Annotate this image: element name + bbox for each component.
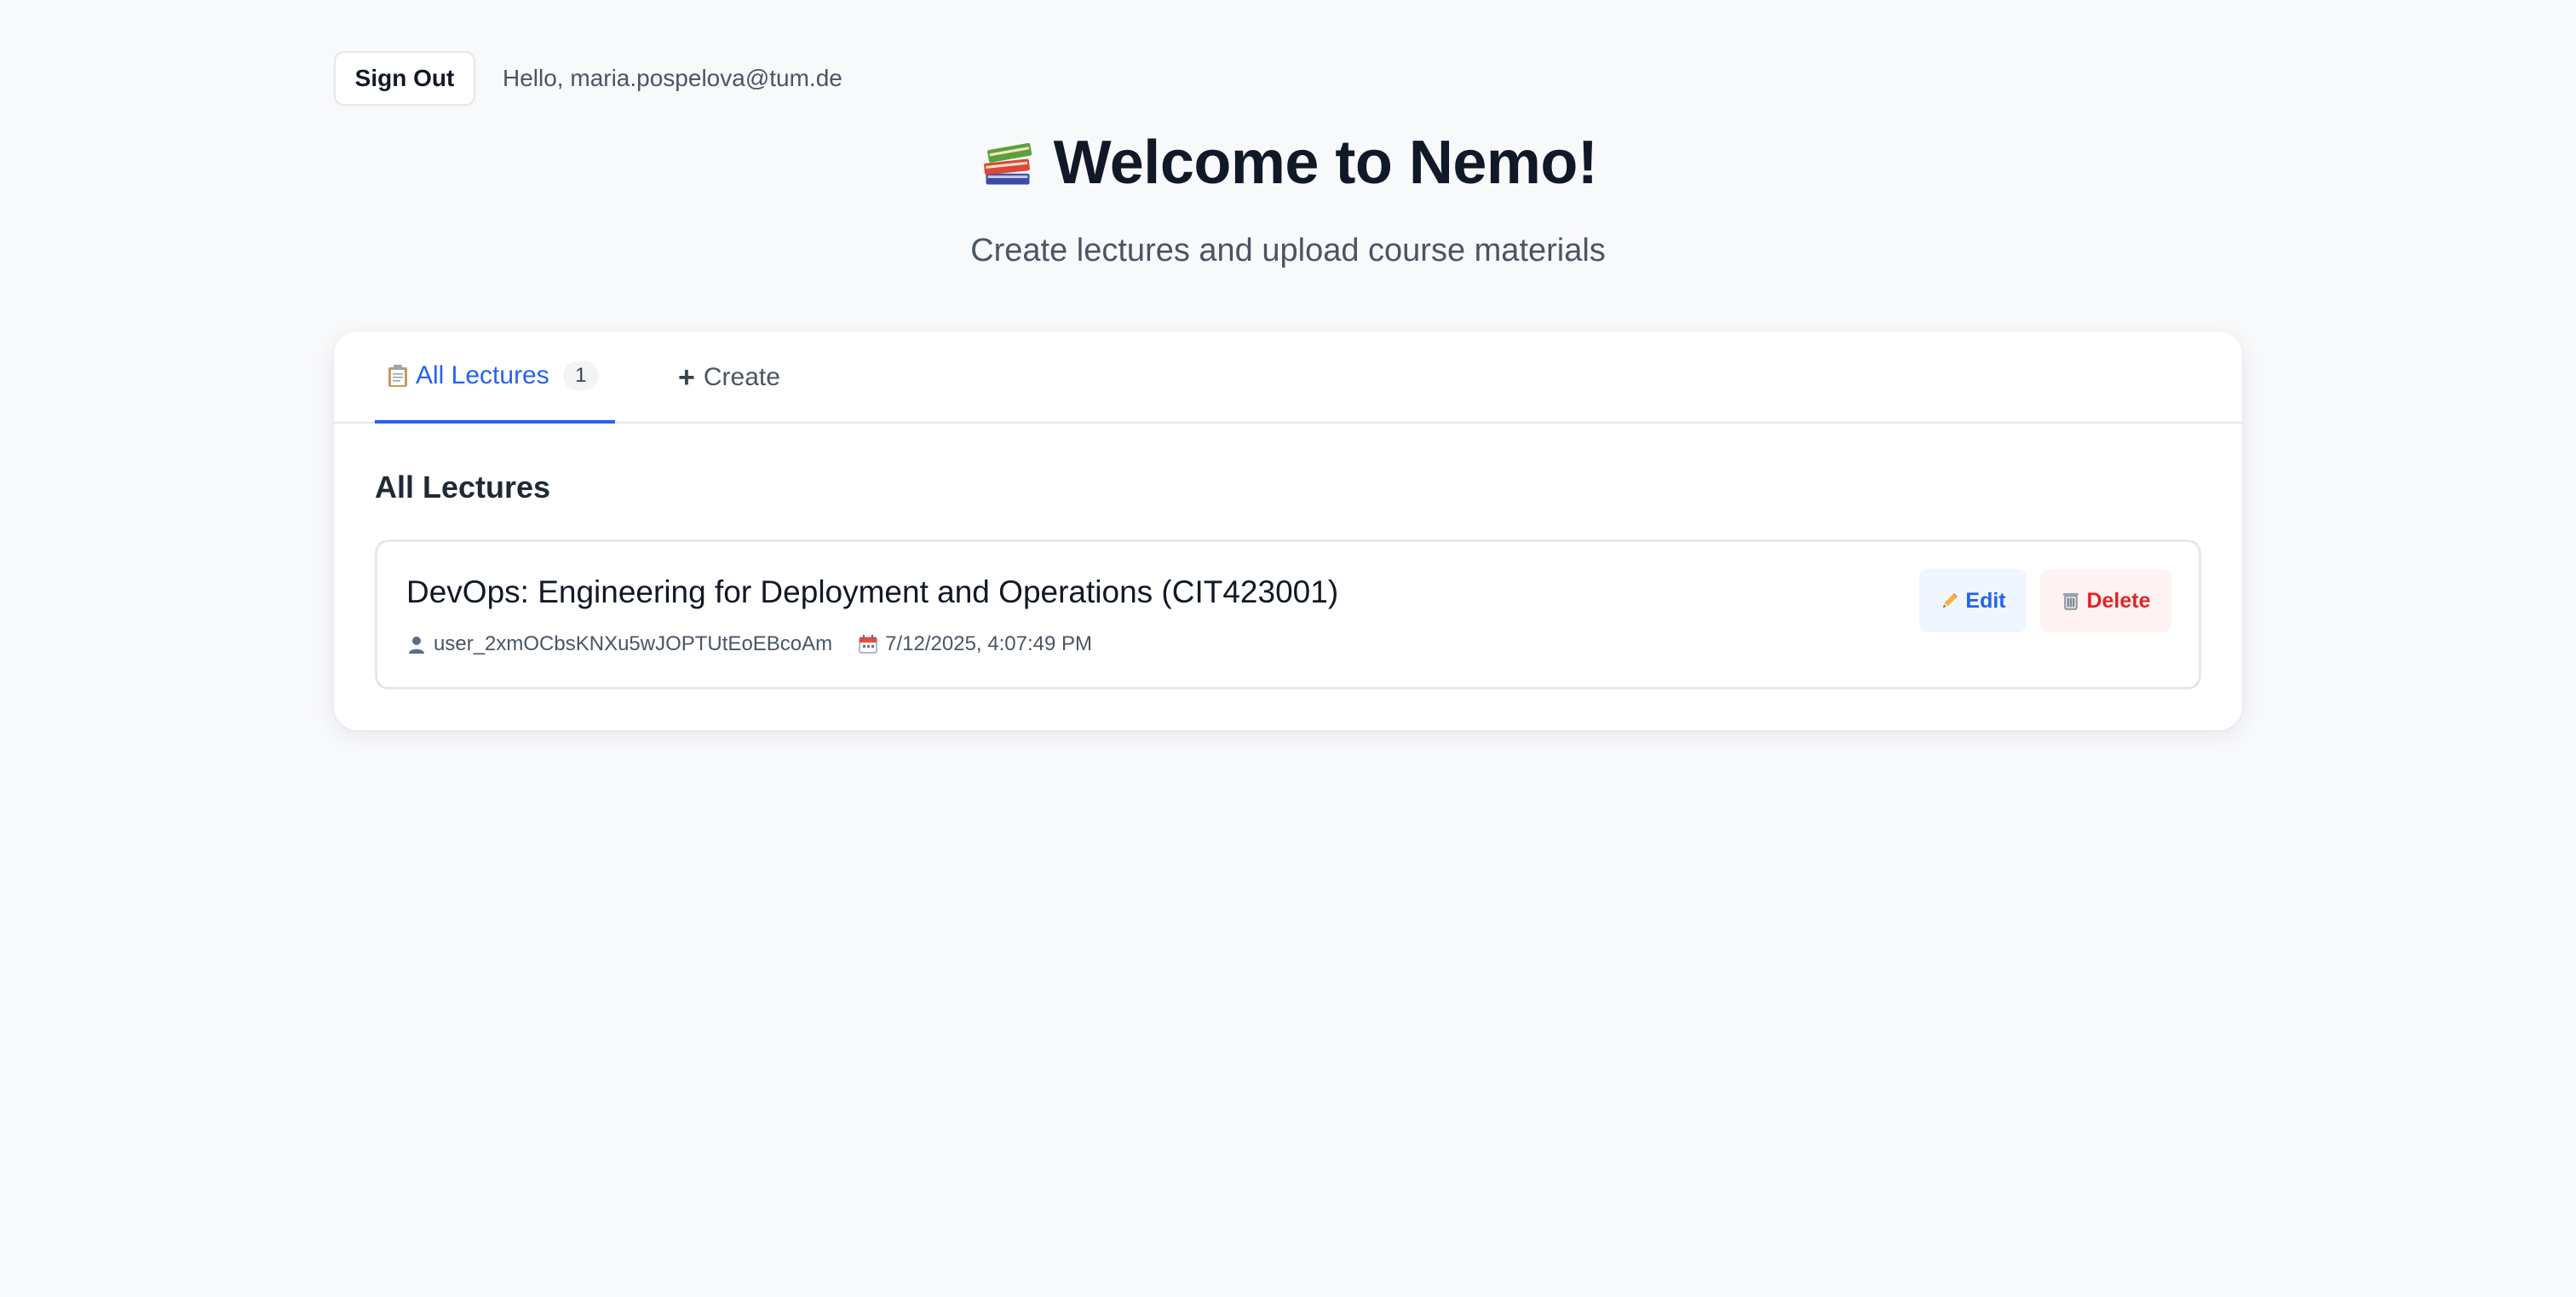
tab-all-lectures[interactable]: All Lectures 1 bbox=[375, 331, 615, 424]
user-icon bbox=[409, 637, 424, 654]
lecture-count-badge: 1 bbox=[562, 361, 599, 390]
lecture-author: user_2xmOCbsKNXu5wJOPTUtEoEBcoAm bbox=[406, 632, 832, 656]
delete-button-label: Delete bbox=[2086, 588, 2151, 613]
section-title: All Lectures bbox=[375, 470, 551, 504]
clipboard-icon bbox=[388, 365, 407, 387]
top-bar: Sign Out Hello, maria.pospelova@tum.de bbox=[334, 51, 842, 106]
lecture-date-text: 7/12/2025, 4:07:49 PM bbox=[885, 632, 1093, 655]
page-subtitle: Create lectures and upload course materi… bbox=[970, 233, 1606, 268]
edit-button[interactable]: Edit bbox=[1919, 569, 2027, 632]
lecture-actions: Edit Delete bbox=[1919, 569, 2171, 632]
lecture-title: DevOps: Engineering for Deployment and O… bbox=[406, 574, 1339, 609]
lecture-author-text: user_2xmOCbsKNXu5wJOPTUtEoEBcoAm bbox=[434, 632, 833, 655]
delete-button[interactable]: Delete bbox=[2040, 569, 2171, 632]
edit-button-label: Edit bbox=[1965, 588, 2006, 613]
lecture-item[interactable]: DevOps: Engineering for Deployment and O… bbox=[375, 539, 2201, 689]
trash-icon bbox=[2063, 593, 2079, 610]
page-title: Welcome to Nemo! bbox=[0, 128, 2576, 198]
page-title-text: Welcome to Nemo! bbox=[1053, 129, 1598, 197]
lecture-meta: user_2xmOCbsKNXu5wJOPTUtEoEBcoAm 7/12/20… bbox=[406, 632, 1092, 656]
greeting-text: Hello, maria.pospelova@tum.de bbox=[503, 65, 842, 91]
calendar-icon bbox=[859, 635, 877, 654]
lectures-card: All Lectures 1 + Create All Lectures Dev… bbox=[334, 331, 2242, 730]
pencil-icon bbox=[1943, 593, 1958, 608]
books-icon bbox=[983, 142, 1032, 185]
tab-bar: All Lectures 1 + Create bbox=[334, 331, 2242, 424]
tab-all-lectures-label: All Lectures bbox=[416, 361, 549, 389]
tab-create[interactable]: + Create bbox=[678, 331, 780, 424]
sign-out-button[interactable]: Sign Out bbox=[334, 51, 475, 106]
tab-create-label: Create bbox=[703, 363, 780, 391]
lecture-date: 7/12/2025, 4:07:49 PM bbox=[858, 632, 1092, 656]
plus-icon: + bbox=[678, 361, 695, 394]
